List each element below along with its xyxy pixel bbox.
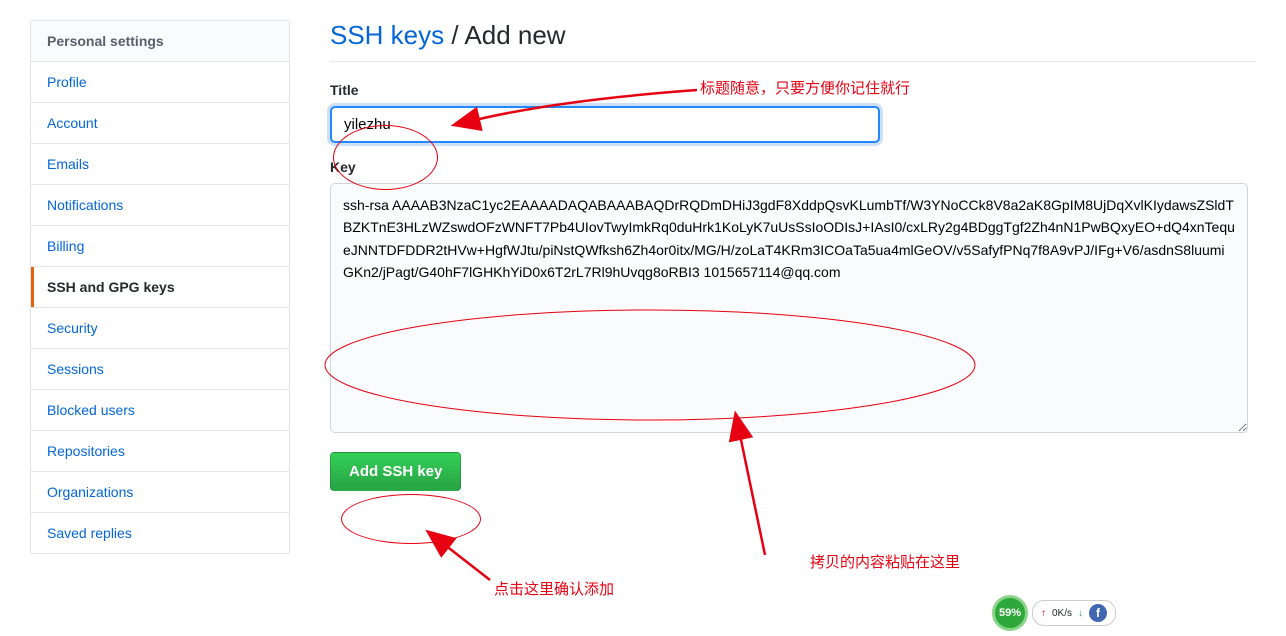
page-title: SSH keys / Add new bbox=[330, 20, 1256, 62]
sidebar-item-profile[interactable]: Profile bbox=[31, 62, 289, 103]
upload-icon: ↑ bbox=[1041, 608, 1046, 619]
sidebar-item-ssh-gpg-keys[interactable]: SSH and GPG keys bbox=[31, 267, 289, 308]
sidebar-nav: ProfileAccountEmailsNotificationsBilling… bbox=[30, 62, 290, 554]
title-input[interactable] bbox=[330, 106, 880, 143]
sidebar-item-sessions[interactable]: Sessions bbox=[31, 349, 289, 390]
upload-speed: 0K/s bbox=[1052, 608, 1072, 619]
status-widget: 59% ↑ 0K/s ↓ f bbox=[992, 595, 1116, 631]
breadcrumb-separator: / bbox=[444, 20, 464, 50]
add-ssh-key-button[interactable]: Add SSH key bbox=[330, 452, 461, 491]
sidebar-item-repositories[interactable]: Repositories bbox=[31, 431, 289, 472]
sidebar-item-security[interactable]: Security bbox=[31, 308, 289, 349]
status-circle: 59% bbox=[992, 595, 1028, 631]
title-label: Title bbox=[330, 82, 1256, 98]
sidebar-item-organizations[interactable]: Organizations bbox=[31, 472, 289, 513]
sidebar-item-notifications[interactable]: Notifications bbox=[31, 185, 289, 226]
sidebar-header: Personal settings bbox=[30, 20, 290, 62]
sidebar-item-account[interactable]: Account bbox=[31, 103, 289, 144]
fb-icon: f bbox=[1089, 604, 1107, 622]
sidebar-item-billing[interactable]: Billing bbox=[31, 226, 289, 267]
key-label: Key bbox=[330, 159, 1256, 175]
sidebar-item-emails[interactable]: Emails bbox=[31, 144, 289, 185]
main-content: SSH keys / Add new Title Key Add SSH key bbox=[290, 20, 1256, 554]
download-icon: ↓ bbox=[1078, 608, 1083, 619]
sidebar-item-saved-replies[interactable]: Saved replies bbox=[31, 513, 289, 553]
key-textarea[interactable] bbox=[330, 183, 1248, 433]
annotation-button-hint: 点击这里确认添加 bbox=[494, 578, 614, 599]
sidebar: Personal settings ProfileAccountEmailsNo… bbox=[30, 20, 290, 554]
sidebar-item-blocked-users[interactable]: Blocked users bbox=[31, 390, 289, 431]
key-form-group: Key bbox=[330, 159, 1256, 436]
status-pill: ↑ 0K/s ↓ f bbox=[1032, 600, 1116, 626]
breadcrumb-add-new: Add new bbox=[464, 20, 565, 50]
title-form-group: Title bbox=[330, 82, 1256, 143]
breadcrumb-ssh-keys[interactable]: SSH keys bbox=[330, 20, 444, 50]
